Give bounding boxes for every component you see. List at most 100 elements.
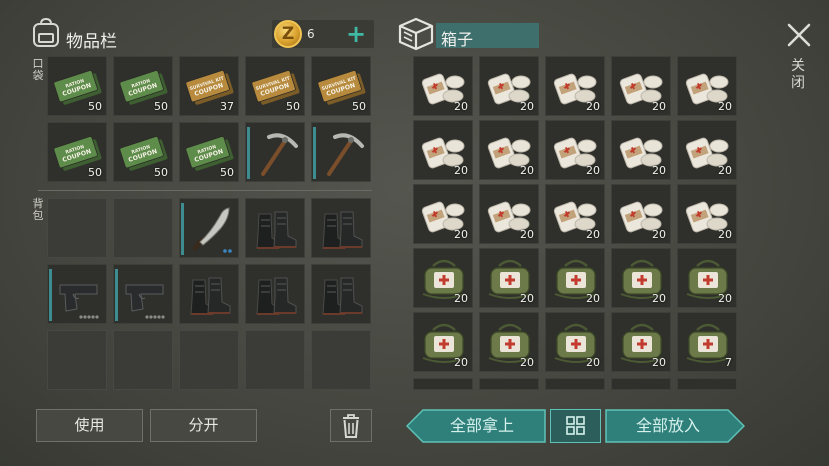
close-label[interactable]: 关闭 xyxy=(788,58,808,92)
box-slot-bandage[interactable]: 20 xyxy=(611,184,671,244)
pistol-icon xyxy=(119,270,169,320)
item-count: 20 xyxy=(718,292,732,305)
box-slot-bandage[interactable]: 20 xyxy=(413,120,473,180)
box-slot-bandage[interactable]: 20 xyxy=(413,184,473,244)
box-slot-medkit[interactable]: 20 xyxy=(545,248,605,308)
item-count: 20 xyxy=(520,356,534,369)
box-slot-partial[interactable] xyxy=(545,378,605,390)
section-divider xyxy=(38,190,372,191)
box-slot-bandage[interactable]: 20 xyxy=(611,120,671,180)
item-count: 50 xyxy=(286,100,300,113)
item-count: 50 xyxy=(88,166,102,179)
item-count: 20 xyxy=(520,100,534,113)
box-slot-partial[interactable] xyxy=(677,378,737,390)
box-slot-medkit[interactable]: 20 xyxy=(413,248,473,308)
pocket-slot-green-coupon[interactable]: RATION COUPON 50 xyxy=(47,122,107,182)
backpack-slot-boots[interactable] xyxy=(311,198,371,258)
pocket-slot-ration-coupon[interactable]: RATION COUPON 50 xyxy=(113,122,173,182)
coin-count: 6 xyxy=(307,27,315,41)
item-count: 20 xyxy=(586,356,600,369)
pocket-slot-ration-coupon[interactable]: RATION COUPON 50 xyxy=(113,56,173,116)
box-slot-bandage[interactable]: 20 xyxy=(545,184,605,244)
item-count: 37 xyxy=(220,100,234,113)
box-slot-bandage[interactable]: 20 xyxy=(611,56,671,116)
backpack-empty-slot[interactable] xyxy=(47,330,107,390)
backpack-label: 背包 xyxy=(32,197,44,222)
item-count: 20 xyxy=(520,228,534,241)
box-slot-bandage[interactable]: 20 xyxy=(677,56,737,116)
backpack-slot-pistol[interactable] xyxy=(113,264,173,324)
pocket-slot-pickaxe[interactable] xyxy=(311,122,371,182)
box-slot-partial[interactable] xyxy=(611,378,671,390)
pocket-slot-pickaxe[interactable] xyxy=(245,122,305,182)
item-count: 20 xyxy=(454,100,468,113)
box-slot-medkit[interactable]: 20 xyxy=(677,248,737,308)
pistol-icon xyxy=(53,270,103,320)
put-all-button[interactable]: 全部放入 xyxy=(605,409,731,443)
pocket-slot-green-coupon[interactable]: RATION COUPON 50 xyxy=(179,122,239,182)
box-slot-medkit[interactable]: 20 xyxy=(611,248,671,308)
backpack-empty-slot[interactable] xyxy=(47,198,107,258)
item-count: 20 xyxy=(586,228,600,241)
backpack-slot-boots[interactable] xyxy=(311,264,371,324)
durability-bar xyxy=(181,203,184,255)
backpack-slot-pistol[interactable] xyxy=(47,264,107,324)
box-slot-bandage[interactable]: 20 xyxy=(677,120,737,180)
boots-icon xyxy=(317,204,367,254)
box-slot-bandage[interactable]: 20 xyxy=(479,184,539,244)
box-slot-medkit[interactable]: 20 xyxy=(479,248,539,308)
take-all-button[interactable]: 全部拿上 xyxy=(420,409,544,443)
close-icon[interactable] xyxy=(786,22,812,48)
backpack-empty-slot[interactable] xyxy=(311,330,371,390)
backpack-slot-boots[interactable] xyxy=(245,198,305,258)
pocket-slot-survival-kit-coupon[interactable]: SURVIVAL KIT COUPON 50 xyxy=(311,56,371,116)
boots-icon xyxy=(251,270,301,320)
discard-button[interactable] xyxy=(330,409,372,442)
grid-sort-icon xyxy=(566,416,585,435)
item-count: 20 xyxy=(454,164,468,177)
box-slot-bandage[interactable]: 20 xyxy=(545,56,605,116)
item-count: 20 xyxy=(652,292,666,305)
backpack-slot-machete[interactable] xyxy=(179,198,239,258)
box-slot-bandage[interactable]: 20 xyxy=(677,184,737,244)
box-slot-medkit[interactable]: 20 xyxy=(413,312,473,372)
item-count: 50 xyxy=(154,100,168,113)
backpack-empty-slot[interactable] xyxy=(179,330,239,390)
item-count: 20 xyxy=(586,100,600,113)
box-slot-partial[interactable] xyxy=(479,378,539,390)
item-count: 50 xyxy=(154,166,168,179)
box-slot-bandage[interactable]: 20 xyxy=(545,120,605,180)
use-button[interactable]: 使用 xyxy=(36,409,143,442)
item-count: 20 xyxy=(652,164,666,177)
backpack-slot-boots[interactable] xyxy=(179,264,239,324)
split-button[interactable]: 分开 xyxy=(150,409,257,442)
box-slot-partial[interactable] xyxy=(413,378,473,390)
boots-icon xyxy=(185,270,235,320)
sort-button[interactable] xyxy=(550,409,601,443)
pocket-slot-survival-kit-coupon[interactable]: SURVIVAL KIT COUPON 50 xyxy=(245,56,305,116)
box-slot-bandage[interactable]: 20 xyxy=(413,56,473,116)
item-count: 20 xyxy=(520,292,534,305)
box-slot-medkit[interactable]: 20 xyxy=(545,312,605,372)
durability-bar xyxy=(313,127,316,179)
durability-bar xyxy=(247,127,250,179)
boots-icon xyxy=(251,204,301,254)
backpack-slot-boots[interactable] xyxy=(245,264,305,324)
item-count: 50 xyxy=(88,100,102,113)
pocket-slot-ration-coupon[interactable]: RATION COUPON 50 xyxy=(47,56,107,116)
add-coins-button[interactable]: + xyxy=(346,21,366,47)
box-slot-medkit[interactable]: 20 xyxy=(611,312,671,372)
item-count: 7 xyxy=(725,356,732,369)
item-count: 20 xyxy=(454,292,468,305)
backpack-empty-slot[interactable] xyxy=(113,198,173,258)
pocket-slot-survival-kit-coupon[interactable]: SURVIVAL KIT COUPON 37 xyxy=(179,56,239,116)
backpack-empty-slot[interactable] xyxy=(113,330,173,390)
box-slot-bandage[interactable]: 20 xyxy=(479,56,539,116)
box-slot-bandage[interactable]: 20 xyxy=(479,120,539,180)
durability-bar xyxy=(115,269,118,321)
machete-icon xyxy=(185,204,235,254)
trash-icon xyxy=(343,414,359,438)
backpack-empty-slot[interactable] xyxy=(245,330,305,390)
box-slot-medkit[interactable]: 7 xyxy=(677,312,737,372)
box-slot-medkit[interactable]: 20 xyxy=(479,312,539,372)
